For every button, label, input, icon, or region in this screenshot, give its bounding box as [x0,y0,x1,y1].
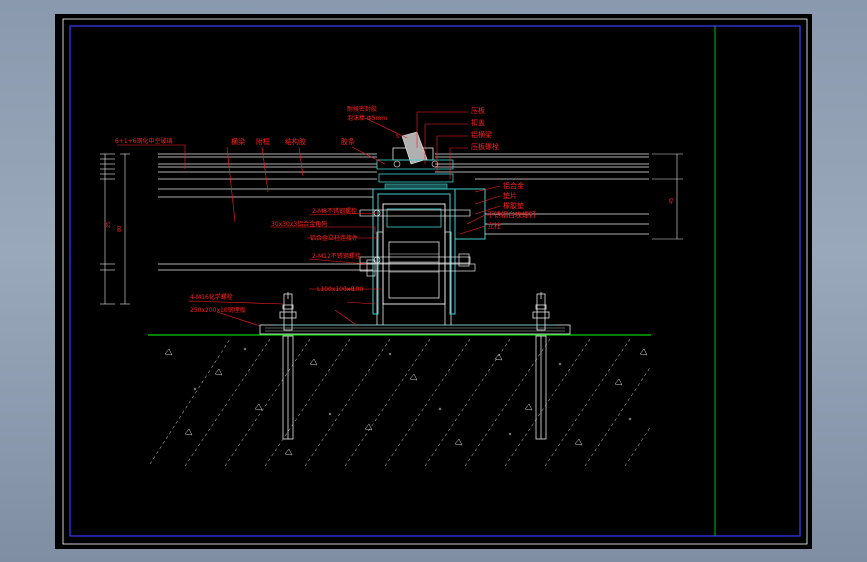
label-transom: 横梁 [231,137,245,146]
label-weather-sealant: 耐候密封胶 [347,105,377,113]
mullion-connector [372,188,486,315]
label-glass: 6+1+6钢化中空玻璃 [115,137,173,145]
label-gasket: 胶条 [341,137,355,146]
label-m8-bolts: 2-M8不锈钢螺栓 [312,207,357,215]
embedded-steel-plate [259,324,571,335]
label-pressure-plate: 压板 [471,106,485,115]
cad-detail-drawing: 80 25 45 6+1+6钢化中空玻璃 横梁 附框 结构胶 胶条 耐候密封胶 … [62,18,808,545]
label-plate-bolt: 压板螺栓 [471,142,499,151]
label-dim-5: 5 [396,134,399,140]
label-structural-sealant: 结构胶 [285,137,306,146]
glass-panels [158,153,649,271]
label-embedded-plate: 250x200x10钢埋板 [190,306,246,314]
aluminium-mullion [382,203,446,305]
label-aluminium-alloy: 铝合金 [503,181,524,190]
dim-left-total: 80 [117,226,123,232]
label-connector: 铝合金立柱连接件 [310,234,358,242]
label-rubber-pad: 橡胶垫 [503,201,524,210]
concrete-base [148,336,652,468]
label-cover-cap: 扣盖 [471,118,485,127]
label-self-tapping-screw: 不锈钢自攻螺钉 [487,210,536,219]
dim-right-total: 45 [669,198,675,204]
label-chemical-anchors: 4-M16化学螺栓 [190,293,233,301]
pressure-plate-and-cap [376,131,454,190]
label-m12-bolts: 2-M12不锈钢螺栓 [312,252,361,260]
leaders-top [117,117,408,223]
label-shim: 垫片 [503,191,517,200]
label-subframe: 附框 [256,137,270,146]
right-dimension-chain [652,153,683,240]
dim-left-part: 25 [106,222,112,228]
label-aluminium-transom: 铝横梁 [471,130,492,139]
angle-bracket [376,231,452,325]
label-length: l=100 [345,286,363,293]
drawing-sheet: 80 25 45 6+1+6钢化中空玻璃 横梁 附框 结构胶 胶条 耐候密封胶 … [55,14,812,549]
label-angle-cleat: 30x30x3铝合金角码 [271,220,327,228]
left-dimension-chain [100,153,130,305]
label-mullion: 立柱 [487,221,501,230]
label-foam-rod: 泡沫棒 Φ5mm [347,114,387,122]
